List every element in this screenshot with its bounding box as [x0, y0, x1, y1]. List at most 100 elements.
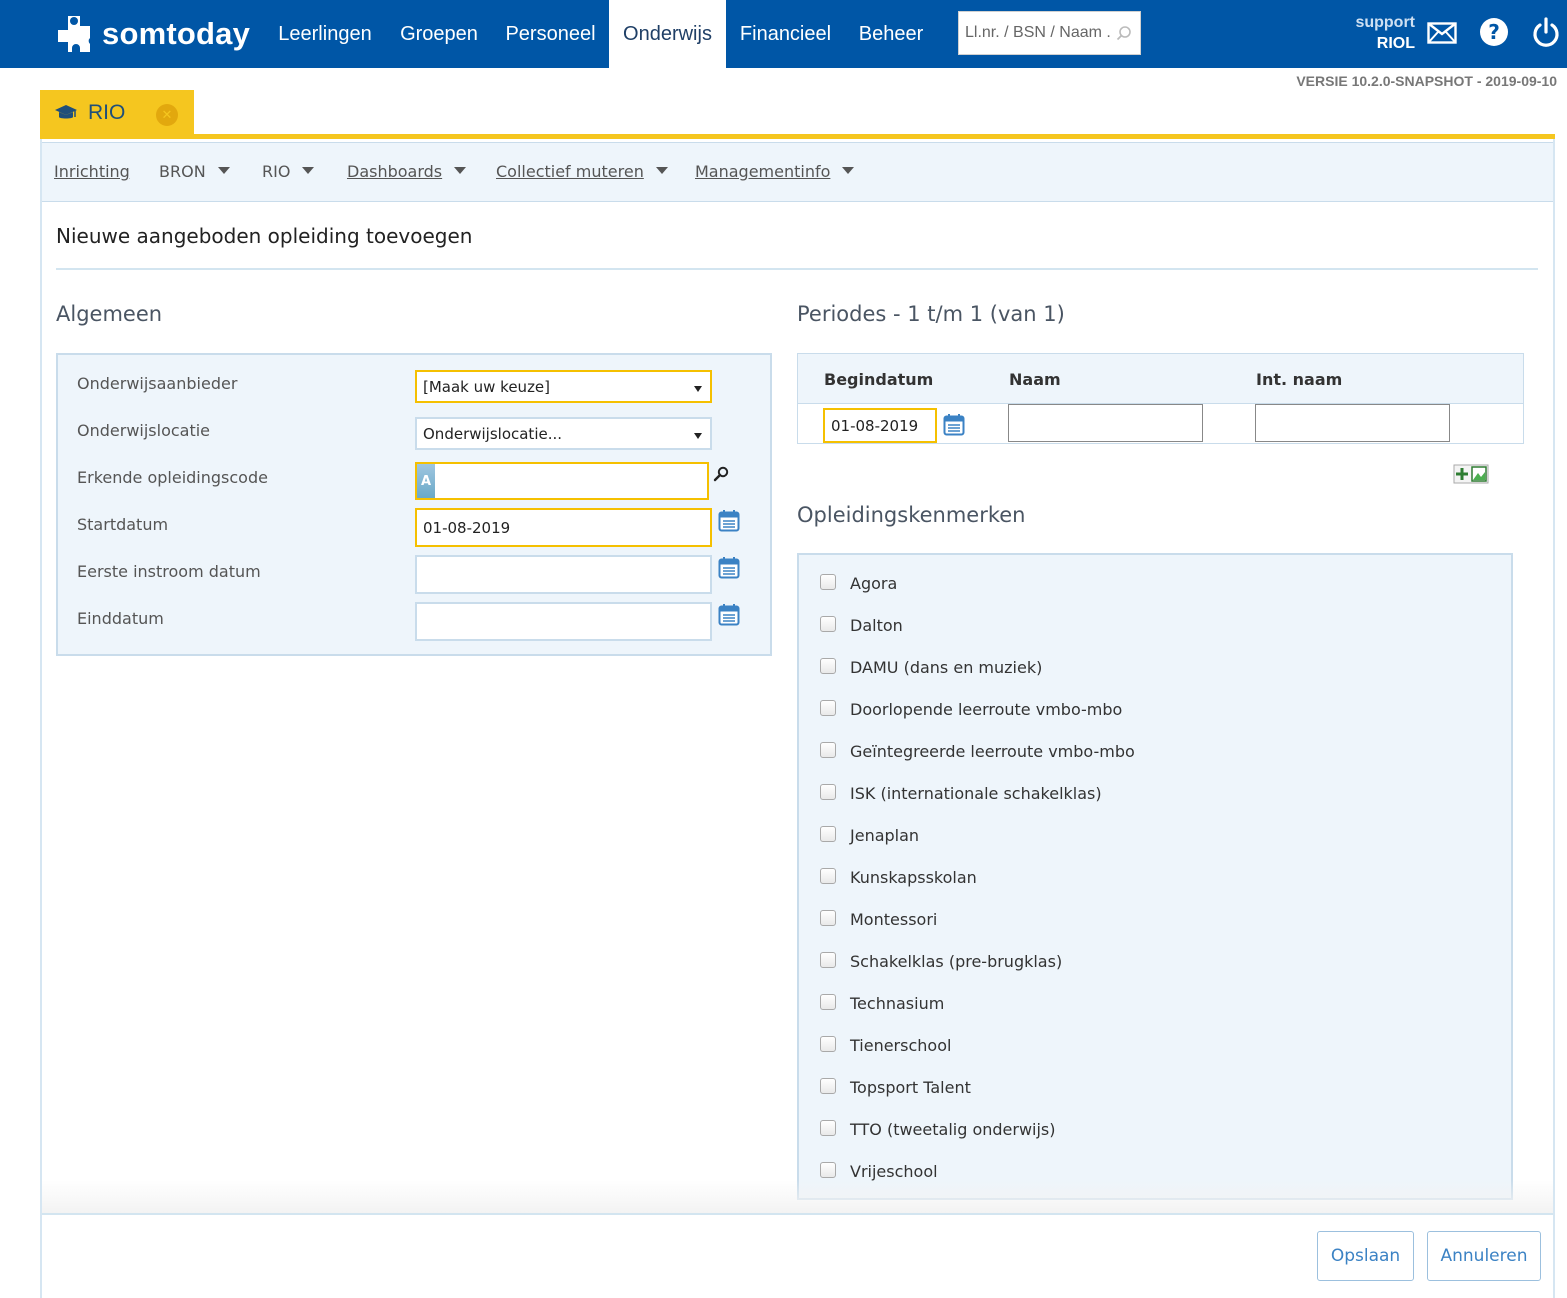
checkbox-label: Jenaplan: [850, 826, 920, 845]
calendar-icon[interactable]: [943, 413, 965, 436]
search-input[interactable]: [959, 12, 1140, 54]
tab-rio[interactable]: RIO ✕: [40, 90, 194, 136]
checkbox[interactable]: [820, 1162, 836, 1178]
nav-leerlingen[interactable]: Leerlingen: [266, 0, 384, 68]
kenmerk-geintegreerde-leerroute[interactable]: Geïntegreerde leerroute vmbo-mbo: [820, 738, 1135, 762]
kenmerk-doorlopende-leerroute[interactable]: Doorlopende leerroute vmbo-mbo: [820, 696, 1122, 720]
checkbox[interactable]: [820, 868, 836, 884]
opleidingscode-field[interactable]: A: [415, 462, 709, 500]
user-role: support: [1355, 14, 1415, 31]
checkbox-label: Schakelklas (pre-brugklas): [850, 952, 1063, 971]
save-button[interactable]: Opslaan: [1317, 1231, 1414, 1281]
nav-groepen[interactable]: Groepen: [386, 0, 492, 68]
checkbox-label: Technasium: [850, 994, 945, 1013]
sub-navigation: Inrichting BRON RIO Dashboards Collectie…: [42, 142, 1553, 202]
startdatum-label: Startdatum: [77, 515, 169, 534]
power-icon[interactable]: [1531, 17, 1561, 49]
checkbox[interactable]: [820, 1120, 836, 1136]
kenmerk-technasium[interactable]: Technasium: [820, 990, 944, 1014]
kenmerk-damu[interactable]: DAMU (dans en muziek): [820, 654, 1042, 678]
periodes-heading: Periodes - 1 t/m 1 (van 1): [797, 302, 1065, 326]
opleidingscode-label: Erkende opleidingscode: [77, 468, 268, 487]
einddatum-field[interactable]: [415, 602, 712, 641]
periode-int-naam-field[interactable]: [1255, 404, 1450, 442]
help-icon[interactable]: ?: [1479, 17, 1509, 47]
instroom-field[interactable]: [415, 555, 712, 594]
checkbox[interactable]: [820, 742, 836, 758]
kenmerk-jenaplan[interactable]: Jenaplan: [820, 822, 919, 846]
onderwijslocatie-select[interactable]: Onderwijslocatie...: [415, 417, 712, 450]
mail-icon[interactable]: [1427, 22, 1457, 44]
nav-onderwijs[interactable]: Onderwijs: [609, 0, 726, 68]
nav-financieel[interactable]: Financieel: [726, 0, 845, 68]
subnav-bron[interactable]: BRON: [159, 162, 230, 181]
checkbox[interactable]: [820, 910, 836, 926]
checkbox[interactable]: [820, 1036, 836, 1052]
checkbox-label: Montessori: [850, 910, 938, 929]
checkbox[interactable]: [820, 616, 836, 632]
footer-divider: [42, 1213, 1553, 1215]
caret-down-icon: [655, 167, 668, 174]
calendar-icon[interactable]: [718, 556, 740, 579]
subnav-collectief-muteren[interactable]: Collectief muteren: [496, 162, 668, 181]
checkbox-label: DAMU (dans en muziek): [850, 658, 1043, 677]
checkbox[interactable]: [820, 952, 836, 968]
calendar-icon[interactable]: [718, 509, 740, 532]
checkbox-label: ISK (internationale schakelklas): [850, 784, 1102, 803]
user-info[interactable]: support RIOL: [1355, 12, 1415, 54]
kenmerk-kunskapsskolan[interactable]: Kunskapsskolan: [820, 864, 977, 888]
add-row-icon[interactable]: [1453, 464, 1489, 484]
subnav-label: Dashboards: [347, 162, 443, 181]
subnav-rio[interactable]: RIO: [262, 162, 315, 181]
select-value: [Maak uw keuze]: [423, 377, 551, 396]
subnav-dashboards[interactable]: Dashboards: [347, 162, 467, 181]
nav-personeel[interactable]: Personeel: [492, 0, 609, 68]
begindatum-field[interactable]: 01-08-2019: [823, 408, 937, 443]
onderwijsaanbieder-select[interactable]: [Maak uw keuze]: [415, 370, 712, 403]
search-icon[interactable]: [1116, 25, 1132, 41]
graduation-cap-icon: [55, 105, 77, 119]
periode-naam-field[interactable]: [1008, 404, 1203, 442]
kenmerk-topsport-talent[interactable]: Topsport Talent: [820, 1074, 971, 1098]
column-header-begindatum: Begindatum: [824, 370, 934, 389]
brand-name: somtoday: [102, 16, 251, 51]
logo[interactable]: somtoday: [54, 13, 250, 55]
checkbox[interactable]: [820, 1078, 836, 1094]
checkbox-label: TTO (tweetalig onderwijs): [850, 1120, 1056, 1139]
kenmerk-agora[interactable]: Agora: [820, 570, 897, 594]
tab-label: RIO: [88, 101, 126, 124]
checkbox[interactable]: [820, 574, 836, 590]
kenmerk-schakelklas[interactable]: Schakelklas (pre-brugklas): [820, 948, 1062, 972]
close-icon[interactable]: ✕: [156, 104, 178, 126]
checkbox[interactable]: [820, 826, 836, 842]
autocomplete-icon: A: [417, 464, 435, 498]
chevron-down-icon: [694, 386, 702, 392]
subnav-managementinfo[interactable]: Managementinfo: [695, 162, 855, 181]
kenmerk-tienerschool[interactable]: Tienerschool: [820, 1032, 951, 1056]
checkbox-label: Geïntegreerde leerroute vmbo-mbo: [850, 742, 1135, 761]
checkbox[interactable]: [820, 658, 836, 674]
subnav-label: Managementinfo: [695, 162, 831, 181]
algemeen-heading: Algemeen: [56, 302, 163, 326]
subnav-label: Collectief muteren: [496, 162, 644, 181]
kenmerk-dalton[interactable]: Dalton: [820, 612, 903, 636]
kenmerk-vrijeschool[interactable]: Vrijeschool: [820, 1158, 938, 1182]
onderwijslocatie-label: Onderwijslocatie: [77, 421, 211, 440]
checkbox[interactable]: [820, 700, 836, 716]
startdatum-field[interactable]: 01-08-2019: [415, 508, 712, 547]
lookup-magnifier-icon[interactable]: [713, 466, 729, 482]
subnav-inrichting[interactable]: Inrichting: [54, 162, 130, 181]
cancel-button[interactable]: Annuleren: [1427, 1231, 1541, 1281]
version-label: VERSIE 10.2.0-SNAPSHOT - 2019-09-10: [1296, 73, 1557, 89]
kenmerk-isk[interactable]: ISK (internationale schakelklas): [820, 780, 1102, 804]
calendar-icon[interactable]: [718, 603, 740, 626]
checkbox[interactable]: [820, 784, 836, 800]
kenmerk-montessori[interactable]: Montessori: [820, 906, 937, 930]
kenmerk-tto[interactable]: TTO (tweetalig onderwijs): [820, 1116, 1056, 1140]
checkbox[interactable]: [820, 994, 836, 1010]
nav-beheer[interactable]: Beheer: [845, 0, 937, 68]
subnav-label: RIO: [262, 162, 291, 181]
kenmerken-heading: Opleidingskenmerken: [797, 503, 1026, 527]
top-bar: somtoday Leerlingen Groepen Personeel On…: [0, 0, 1567, 68]
page-title: Nieuwe aangeboden opleiding toevoegen: [56, 224, 473, 248]
